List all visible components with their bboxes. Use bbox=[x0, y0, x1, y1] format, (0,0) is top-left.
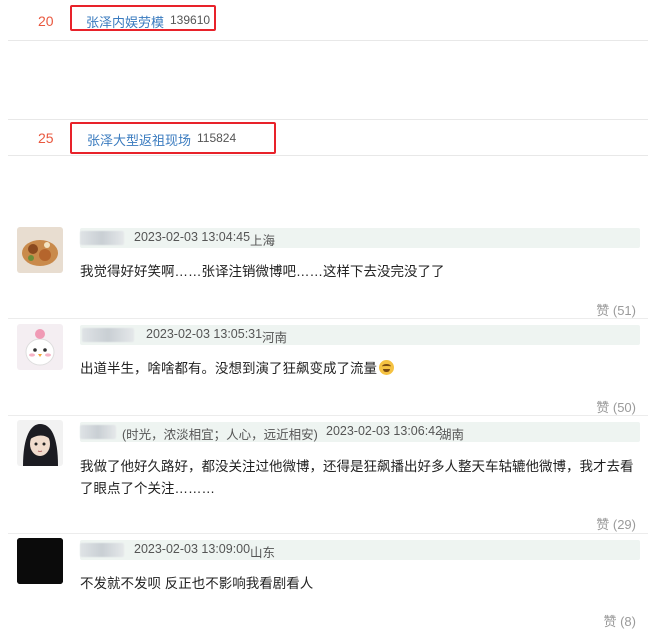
user-avatar[interactable] bbox=[17, 324, 63, 370]
hot-search-row-bottom bbox=[8, 155, 648, 156]
hot-search-count: 115824 bbox=[197, 131, 237, 145]
comment-text: 出道半生，啥啥都有。没想到演了狂飙变成了流量 bbox=[80, 358, 640, 380]
user-avatar[interactable] bbox=[17, 538, 63, 584]
hot-search-link[interactable]: 张泽大型返祖现场 bbox=[87, 130, 191, 149]
comment-time: 2023-02-03 13:06:42 bbox=[326, 424, 443, 438]
comment-text-content: 出道半生，啥啥都有。没想到演了狂飙变成了流量 bbox=[80, 361, 377, 376]
comment-time: 2023-02-03 13:05:31 bbox=[146, 327, 263, 341]
hot-search-link[interactable]: 张泽内娱劳模 bbox=[86, 12, 164, 31]
comment-meta: (时光，浓淡相宜；人心，远近相安) 2023-02-03 13:06:42 湖南 bbox=[80, 422, 640, 442]
comment-meta: 2023-02-03 13:04:45 上海 bbox=[80, 228, 640, 248]
hot-search-count: 139610 bbox=[170, 13, 211, 27]
comment-location: 上海 bbox=[250, 234, 276, 248]
comment-text: 不发就不发呗 反正也不影响我看剧看人 bbox=[80, 576, 314, 591]
divider bbox=[8, 318, 648, 319]
comment-text: 我觉得好好笑啊……张译注销微博吧……这样下去没完没了了 bbox=[80, 264, 445, 279]
blurred-username[interactable] bbox=[80, 425, 116, 439]
comment-location: 山东 bbox=[250, 546, 276, 560]
like-button[interactable]: 赞 (50) bbox=[596, 397, 636, 416]
black-avatar-icon bbox=[17, 538, 63, 584]
hot-search-row bbox=[8, 119, 648, 120]
chick-cartoon-avatar-icon bbox=[17, 324, 63, 370]
comment-meta: 2023-02-03 13:05:31 河南 bbox=[80, 325, 640, 345]
comment-meta: 2023-02-03 13:09:00 山东 bbox=[80, 540, 640, 560]
rank-number: 25 bbox=[38, 130, 54, 146]
anime-portrait-avatar-icon bbox=[17, 420, 63, 466]
user-motto: (时光，浓淡相宜；人心，远近相安) bbox=[122, 428, 318, 442]
rank-number: 20 bbox=[38, 13, 54, 29]
like-button[interactable]: 赞 (8) bbox=[603, 611, 636, 630]
blurred-username[interactable] bbox=[80, 231, 124, 245]
comment-location: 河南 bbox=[262, 331, 288, 345]
comment-text: 我做了他好久路好，都没关注过他微博，还得是狂飙播出好多人整天车轱辘他微博，我才去… bbox=[80, 459, 634, 496]
user-avatar[interactable] bbox=[17, 227, 63, 273]
blurred-username[interactable] bbox=[82, 328, 134, 342]
comment-time: 2023-02-03 13:04:45 bbox=[134, 230, 251, 244]
divider bbox=[8, 533, 648, 534]
like-button[interactable]: 赞 (51) bbox=[596, 300, 636, 319]
user-avatar[interactable] bbox=[17, 420, 63, 466]
divider bbox=[8, 415, 648, 416]
laughing-emoji-icon bbox=[379, 360, 394, 375]
food-photo-avatar-icon bbox=[17, 227, 63, 273]
like-button[interactable]: 赞 (29) bbox=[596, 514, 636, 533]
comment-time: 2023-02-03 13:09:00 bbox=[134, 542, 251, 556]
blurred-username[interactable] bbox=[80, 543, 124, 557]
comment-location: 湖南 bbox=[439, 428, 465, 442]
